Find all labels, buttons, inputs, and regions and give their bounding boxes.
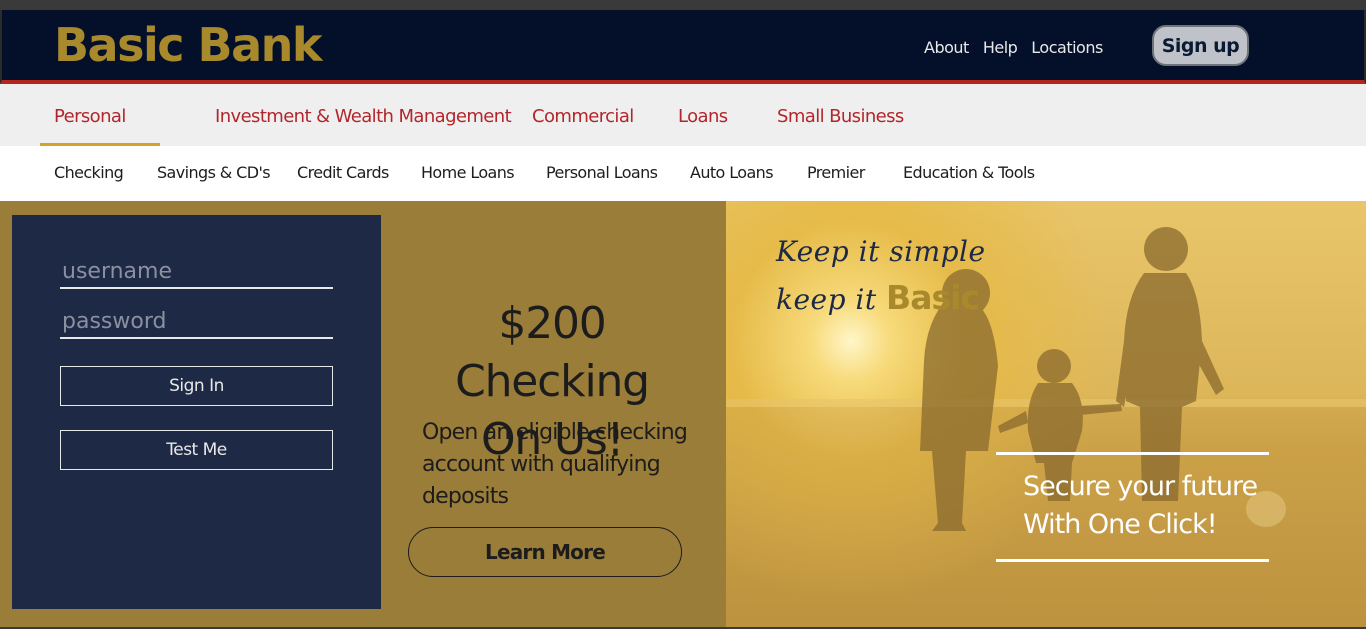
browser-top-strip: [0, 0, 1366, 10]
hero-tagline: Keep it simple keep it Basic: [776, 229, 986, 323]
signup-button[interactable]: Sign up: [1152, 25, 1249, 66]
promo-title-line1: $200 Checking: [455, 298, 650, 407]
subnav-credit-cards[interactable]: Credit Cards: [297, 163, 389, 182]
tagline-brand: Basic: [886, 278, 980, 317]
signin-button[interactable]: Sign In: [60, 366, 333, 406]
tagline-line2: keep it Basic: [776, 275, 986, 323]
secure-line1: Secure your future: [1023, 471, 1258, 502]
secure-future-text: Secure your future With One Click!: [1023, 468, 1258, 544]
secure-future-callout[interactable]: Secure your future With One Click!: [996, 452, 1269, 562]
family-beach-photo: Keep it simple keep it Basic Secure your…: [726, 201, 1366, 627]
locations-link[interactable]: Locations: [1031, 38, 1103, 57]
subnav-education-tools[interactable]: Education & Tools: [903, 163, 1035, 182]
top-header: Basic Bank About Help Locations Sign up: [0, 10, 1366, 84]
subnav-personal-loans[interactable]: Personal Loans: [546, 163, 658, 182]
promo-description: Open an eligible checking account with q…: [422, 420, 688, 509]
tab-personal[interactable]: Personal: [54, 106, 126, 127]
subnav-savings-cds[interactable]: Savings & CD's: [157, 163, 271, 182]
tab-investment-wealth[interactable]: Investment & Wealth Management: [215, 106, 512, 127]
primary-nav: Personal Investment & Wealth Management …: [0, 84, 1366, 147]
tagline-line1: Keep it simple: [776, 235, 986, 268]
tab-commercial[interactable]: Commercial: [532, 106, 634, 127]
help-link[interactable]: Help: [983, 38, 1018, 57]
about-link[interactable]: About: [924, 38, 969, 57]
secondary-nav: Checking Savings & CD's Credit Cards Hom…: [0, 146, 1366, 201]
subnav-auto-loans[interactable]: Auto Loans: [690, 163, 774, 182]
tab-loans[interactable]: Loans: [678, 106, 728, 127]
hero-section: Sign In Test Me $200 Checking On Us! Ope…: [0, 201, 1366, 627]
login-panel: Sign In Test Me: [12, 215, 381, 609]
subnav-checking[interactable]: Checking: [54, 163, 124, 182]
password-field[interactable]: [60, 305, 333, 339]
username-field[interactable]: [60, 255, 333, 289]
secure-line2: With One Click!: [1023, 509, 1218, 540]
subnav-premier[interactable]: Premier: [807, 163, 865, 182]
top-links: About Help Locations: [924, 38, 1103, 57]
tagline-line2-prefix: keep it: [776, 283, 887, 316]
tab-small-business[interactable]: Small Business: [777, 106, 904, 127]
test-me-button[interactable]: Test Me: [60, 430, 333, 470]
bank-logo[interactable]: Basic Bank: [54, 18, 322, 72]
subnav-home-loans[interactable]: Home Loans: [421, 163, 515, 182]
learn-more-button[interactable]: Learn More: [408, 527, 682, 577]
